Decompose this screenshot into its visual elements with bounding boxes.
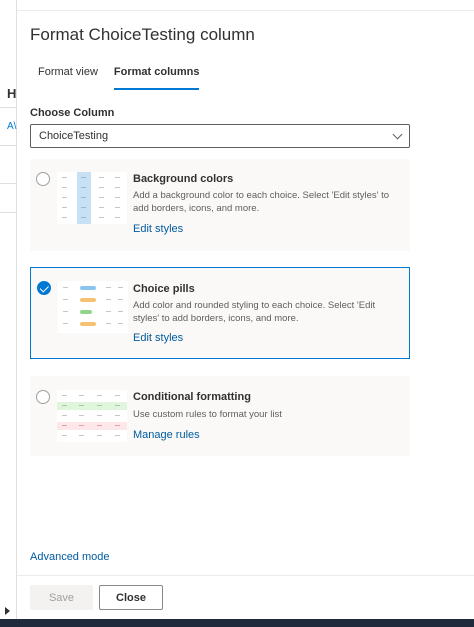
- dropdown-selected-value: ChoiceTesting: [39, 130, 109, 142]
- save-button[interactable]: Save: [30, 585, 93, 610]
- tab-format-view[interactable]: Format view: [30, 64, 106, 100]
- panel-title: Format ChoiceTesting column: [30, 25, 255, 44]
- option-background-colors[interactable]: Background colors Add a background color…: [30, 159, 410, 251]
- radio-background-colors[interactable]: [36, 172, 50, 186]
- background-link-fragment: A\: [7, 121, 17, 132]
- background-colors-preview: [57, 172, 127, 224]
- background-page: H A\: [0, 0, 17, 627]
- option-title: Conditional formatting: [133, 391, 251, 403]
- conditional-formatting-preview: [57, 390, 127, 442]
- option-title: Choice pills: [133, 283, 195, 295]
- choose-column-label: Choose Column: [30, 107, 115, 119]
- format-column-panel: Format ChoiceTesting column Format view …: [17, 11, 474, 619]
- tab-list: Format view Format columns: [30, 64, 207, 100]
- option-description: Add color and rounded styling to each ch…: [133, 300, 376, 324]
- radio-conditional-formatting[interactable]: [36, 390, 50, 404]
- option-description: Use custom rules to format your list: [133, 409, 282, 420]
- tab-format-columns[interactable]: Format columns: [106, 64, 208, 100]
- close-button[interactable]: Close: [99, 585, 163, 610]
- option-choice-pills[interactable]: Choice pills Add color and rounded styli…: [30, 267, 410, 359]
- manage-rules-link[interactable]: Manage rules: [133, 429, 200, 441]
- background-heading-fragment: H: [7, 86, 17, 101]
- option-title: Background colors: [133, 173, 234, 185]
- edit-styles-link[interactable]: Edit styles: [133, 223, 183, 235]
- advanced-mode-link[interactable]: Advanced mode: [30, 551, 110, 563]
- choice-pills-preview: [58, 281, 128, 333]
- background-divider: [0, 212, 17, 213]
- option-description: Add a background color to each choice. S…: [133, 190, 390, 214]
- footer-divider: [17, 575, 474, 576]
- taskbar-strip: [0, 619, 474, 627]
- chevron-down-icon: [392, 129, 403, 140]
- background-divider: [0, 107, 17, 108]
- option-conditional-formatting[interactable]: Conditional formatting Use custom rules …: [30, 376, 410, 456]
- background-divider: [0, 145, 17, 146]
- background-divider: [0, 183, 17, 184]
- checkmark-icon[interactable]: [37, 281, 51, 295]
- caret-right-icon[interactable]: [5, 607, 10, 615]
- edit-styles-link[interactable]: Edit styles: [133, 332, 183, 344]
- choose-column-dropdown[interactable]: ChoiceTesting: [30, 124, 410, 148]
